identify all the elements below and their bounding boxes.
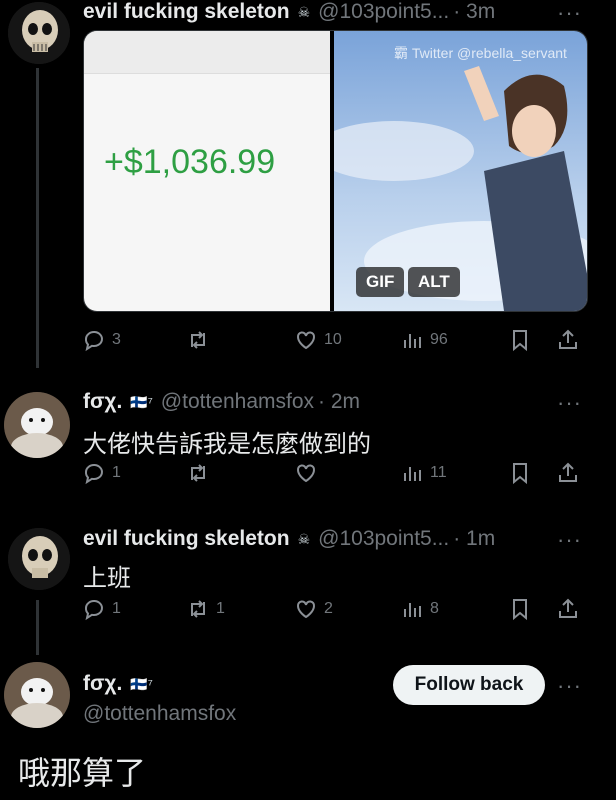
media-screenshot[interactable]: +$1,036.99 [84, 31, 330, 311]
bookmark-button[interactable] [508, 597, 538, 621]
reply-button[interactable]: 1 [82, 597, 121, 621]
thread-line [36, 600, 39, 655]
tweet-text: 上班 [83, 565, 131, 592]
dog-avatar-icon [4, 392, 70, 458]
views-button[interactable]: 11 [400, 461, 447, 485]
bookmark-icon [513, 463, 527, 485]
reply-icon [84, 600, 103, 621]
gif-badge: GIF [356, 267, 405, 297]
share-button[interactable] [556, 328, 586, 352]
dog-avatar-icon [4, 662, 70, 728]
badge-icon: ☠ [297, 3, 311, 20]
repost-icon [191, 464, 205, 482]
views-icon [404, 334, 421, 348]
views-count: 8 [430, 600, 439, 617]
handle[interactable]: @103point5... [318, 0, 449, 24]
share-icon [559, 462, 577, 482]
follow-back-button[interactable]: Follow back [393, 665, 545, 705]
share-button[interactable] [556, 461, 586, 485]
repost-button[interactable]: 1 [186, 597, 225, 621]
profile-handle-row: @tottenhamsfox [75, 702, 236, 726]
like-button[interactable]: 2 [294, 597, 333, 621]
tweet-header: evil fucking skeleton ☠ @103point5... · … [83, 527, 495, 551]
repost-button[interactable] [186, 328, 216, 352]
avatar-fox[interactable] [4, 392, 70, 458]
flag-icon: 🇫🇮⁷ [130, 675, 153, 692]
bookmark-icon [513, 599, 527, 621]
display-name[interactable]: evil fucking skeleton [83, 527, 290, 551]
thread-line [36, 68, 39, 368]
skull-avatar-icon [8, 2, 70, 64]
bookmark-icon [513, 330, 527, 352]
tweet-text: 大佬快告訴我是怎麼做到的 [83, 431, 371, 458]
views-button[interactable]: 96 [400, 328, 448, 352]
views-icon [404, 603, 421, 617]
alt-badge[interactable]: ALT [408, 267, 460, 297]
timestamp[interactable]: · 3m [453, 0, 495, 24]
profile-header: fσχ. 🇫🇮⁷ [83, 672, 153, 696]
reply-icon [84, 331, 103, 352]
views-count: 96 [430, 331, 448, 348]
tweet-actions: 1 11 [82, 456, 582, 490]
repost-icon [191, 600, 205, 618]
avatar-fox[interactable] [4, 662, 70, 728]
reply-button[interactable]: 1 [82, 461, 121, 485]
tweet-header: evil fucking skeleton ☠ @103point5... · … [83, 0, 495, 24]
like-count: 10 [324, 331, 342, 348]
reply-count: 1 [112, 464, 121, 481]
reply-icon [84, 464, 103, 485]
views-count: 11 [430, 464, 447, 481]
tweet-header: fσχ. 🇫🇮⁷ @tottenhamsfox · 2m [83, 390, 360, 414]
more-options-button[interactable]: ··· [557, 527, 582, 553]
money-amount: +$1,036.99 [104, 143, 276, 181]
like-button[interactable]: 10 [294, 328, 342, 352]
more-options-button[interactable]: ··· [557, 390, 582, 416]
timestamp[interactable]: · 1m [453, 527, 495, 551]
handle[interactable]: @103point5... [318, 527, 449, 551]
bookmark-button[interactable] [508, 328, 538, 352]
more-options-button[interactable]: ··· [557, 0, 582, 26]
share-icon [559, 598, 577, 618]
display-name[interactable]: evil fucking skeleton [83, 0, 290, 24]
screenshot-topbar [84, 31, 330, 74]
overlay-caption: 哦那算了 [18, 755, 147, 791]
heart-icon [297, 464, 315, 483]
handle[interactable]: @tottenhamsfox [161, 390, 314, 414]
reply-count: 1 [112, 600, 121, 617]
like-button[interactable] [294, 461, 324, 485]
bookmark-button[interactable] [508, 461, 538, 485]
avatar-skeleton[interactable] [8, 2, 70, 64]
tweet-actions: 1 1 2 8 [82, 592, 582, 626]
repost-count: 1 [216, 600, 225, 617]
heart-icon [297, 331, 315, 350]
repost-button[interactable] [186, 461, 216, 485]
reply-button[interactable]: 3 [82, 328, 121, 352]
timestamp[interactable]: · 2m [318, 390, 360, 414]
badge-icon: ☠ [297, 530, 311, 547]
share-icon [559, 329, 577, 349]
skull-avatar-icon [8, 528, 70, 590]
share-button[interactable] [556, 597, 586, 621]
like-count: 2 [324, 600, 333, 617]
display-name[interactable]: fσχ. [83, 390, 122, 414]
reply-count: 3 [112, 331, 121, 348]
tweet-actions: 3 10 96 [82, 323, 582, 357]
media-gif[interactable]: 霸 Twitter @rebella_servant GIF ALT [334, 31, 587, 311]
heart-icon [297, 600, 315, 619]
flag-icon: 🇫🇮⁷ [130, 393, 153, 410]
more-options-button[interactable]: ··· [557, 673, 582, 699]
repost-icon [191, 331, 205, 349]
views-button[interactable]: 8 [400, 597, 439, 621]
views-icon [404, 467, 421, 481]
display-name[interactable]: fσχ. [83, 672, 122, 696]
avatar-skeleton[interactable] [8, 528, 70, 590]
tweet-media[interactable]: +$1,036.99 霸 Twitter @rebella_servant GI… [83, 30, 588, 312]
handle[interactable]: @tottenhamsfox [83, 702, 236, 726]
